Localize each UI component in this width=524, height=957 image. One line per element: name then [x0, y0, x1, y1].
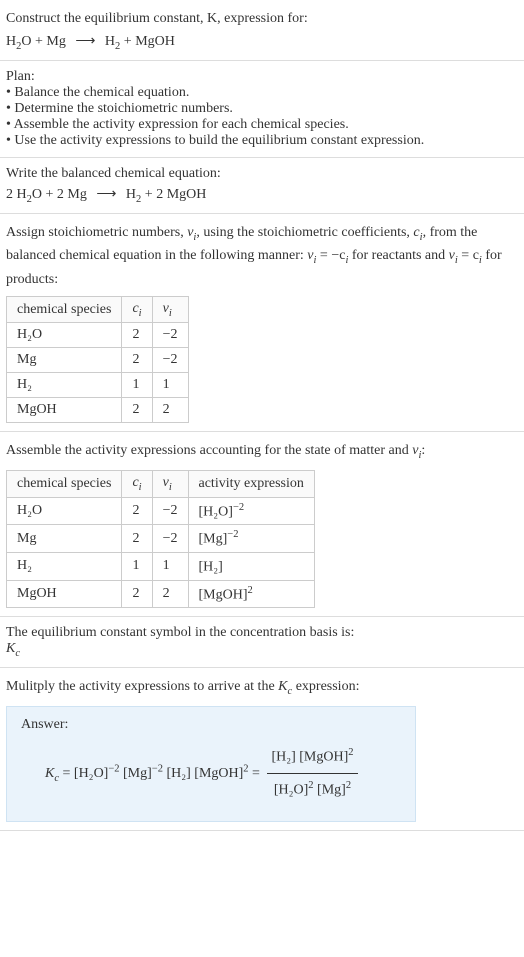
col-species: chemical species [7, 471, 122, 498]
answer-expression: Kc = [H₂O]−2 [Mg]−2 [H₂] [MgOH]2 = [H₂] … [21, 741, 401, 807]
eq-lhs: H2O + Mg [6, 34, 66, 49]
intro-section: Construct the equilibrium constant, K, e… [0, 0, 524, 61]
col-ci: ci [122, 296, 152, 323]
reaction-arrow-icon: ⟶ [90, 187, 122, 202]
balanced-lhs: 2 H2O + 2 Mg [6, 187, 87, 202]
cell-c: 2 [122, 323, 152, 348]
cell-v: −2 [152, 525, 188, 553]
cell-c: 2 [122, 348, 152, 373]
cell-v: −2 [152, 323, 188, 348]
eq-rhs: H2 + MgOH [105, 34, 175, 49]
cell-c: 2 [122, 580, 152, 608]
cell-v: 1 [152, 553, 188, 581]
cell-v: −2 [152, 348, 188, 373]
table-row: Mg2−2 [7, 348, 189, 373]
cell-expr: [MgOH]2 [188, 580, 314, 608]
plan-section: Plan: • Balance the chemical equation. •… [0, 61, 524, 158]
col-species: chemical species [7, 296, 122, 323]
intro-equation: H2O + Mg ⟶ H2 + MgOH [6, 33, 518, 52]
table-row: H₂11[H₂] [7, 553, 315, 581]
col-nui: νi [152, 296, 188, 323]
cell-c: 1 [122, 553, 152, 581]
cell-species: Mg [7, 348, 122, 373]
cell-species: MgOH [7, 398, 122, 423]
cell-species: H₂ [7, 553, 122, 581]
cell-v: 2 [152, 398, 188, 423]
cell-v: −2 [152, 497, 188, 525]
table-row: H₂11 [7, 373, 189, 398]
balanced-equation: 2 H2O + 2 Mg ⟶ H2 + 2 MgOH [6, 186, 518, 205]
multiply-heading: Mulitply the activity expressions to arr… [6, 676, 518, 700]
plan-bullet-4: • Use the activity expressions to build … [6, 133, 518, 149]
cell-v: 1 [152, 373, 188, 398]
answer-box: Answer: Kc = [H₂O]−2 [Mg]−2 [H₂] [MgOH]2… [6, 706, 416, 822]
table-header-row: chemical species ci νi activity expressi… [7, 471, 315, 498]
cell-species: H₂O [7, 497, 122, 525]
activity-table: chemical species ci νi activity expressi… [6, 470, 315, 608]
col-ci: ci [122, 471, 152, 498]
cell-c: 2 [122, 398, 152, 423]
table-row: H₂O2−2 [7, 323, 189, 348]
answer-fraction: [H₂] [MgOH]2[H₂O]2 [Mg]2 [267, 741, 357, 807]
plan-bullet-1: • Balance the chemical equation. [6, 85, 518, 101]
kc-symbol-section: The equilibrium constant symbol in the c… [0, 617, 524, 668]
cell-expr: [Mg]−2 [188, 525, 314, 553]
cell-species: Mg [7, 525, 122, 553]
answer-label: Answer: [21, 717, 401, 733]
plan-bullet-3: • Assemble the activity expression for e… [6, 117, 518, 133]
cell-species: H₂ [7, 373, 122, 398]
table-header-row: chemical species ci νi [7, 296, 189, 323]
stoich-section: Assign stoichiometric numbers, νi, using… [0, 214, 524, 433]
activity-heading: Assemble the activity expressions accoun… [6, 440, 518, 464]
stoich-heading: Assign stoichiometric numbers, νi, using… [6, 222, 518, 290]
table-row: MgOH22 [7, 398, 189, 423]
balanced-section: Write the balanced chemical equation: 2 … [0, 158, 524, 214]
activity-section: Assemble the activity expressions accoun… [0, 432, 524, 617]
table-row: H₂O2−2[H₂O]−2 [7, 497, 315, 525]
cell-c: 2 [122, 497, 152, 525]
cell-v: 2 [152, 580, 188, 608]
plan-heading: Plan: [6, 69, 518, 85]
cell-c: 2 [122, 525, 152, 553]
fraction-denominator: [H₂O]2 [Mg]2 [267, 774, 357, 806]
table-row: Mg2−2[Mg]−2 [7, 525, 315, 553]
plan-bullet-2: • Determine the stoichiometric numbers. [6, 101, 518, 117]
cell-species: MgOH [7, 580, 122, 608]
reaction-arrow-icon: ⟶ [69, 34, 101, 49]
cell-expr: [H₂] [188, 553, 314, 581]
table-row: MgOH22[MgOH]2 [7, 580, 315, 608]
kc-symbol-heading: The equilibrium constant symbol in the c… [6, 625, 518, 641]
balanced-rhs: H2 + 2 MgOH [126, 187, 206, 202]
cell-c: 1 [122, 373, 152, 398]
cell-species: H₂O [7, 323, 122, 348]
kc-symbol: Kc [6, 641, 518, 659]
stoich-table: chemical species ci νi H₂O2−2 Mg2−2 H₂11… [6, 296, 189, 424]
balanced-heading: Write the balanced chemical equation: [6, 166, 518, 182]
fraction-numerator: [H₂] [MgOH]2 [267, 741, 357, 774]
col-activity: activity expression [188, 471, 314, 498]
cell-expr: [H₂O]−2 [188, 497, 314, 525]
intro-line1: Construct the equilibrium constant, K, e… [6, 8, 518, 29]
answer-section: Mulitply the activity expressions to arr… [0, 668, 524, 830]
col-nui: νi [152, 471, 188, 498]
